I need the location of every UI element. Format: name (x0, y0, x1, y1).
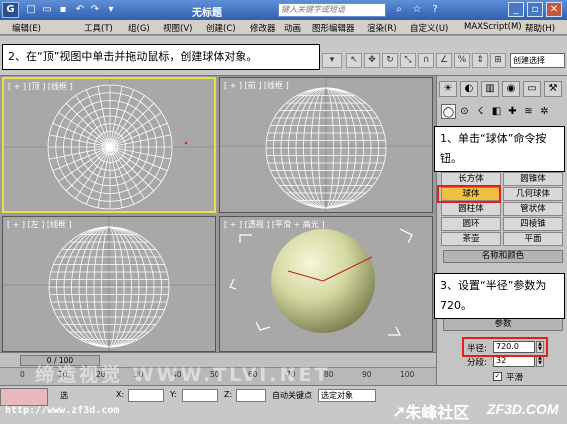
brand-logo: ↗朱峰社区 (392, 403, 470, 422)
menu-create[interactable]: 创建(C) (206, 22, 236, 34)
scale-icon[interactable]: ⤡ (400, 53, 416, 68)
viewport-perspective[interactable]: [ + ] [透视 ] [平滑 + 高光 ] (219, 216, 433, 352)
menu-bar: 编辑(E) 工具(T) 组(G) 视图(V) 创建(C) 修改器 动画 图形编辑… (0, 20, 567, 35)
tick-label: 0 (20, 370, 25, 379)
title-bar: G □ ▭ ▪ ↶ ↷ ▾ 无标题 键入关键字或短语 ⌕ ☆ ? _ ▫ ✕ (0, 0, 567, 20)
selection-label: 选 (60, 391, 68, 400)
sphere-button-highlight (437, 185, 501, 203)
menu-help[interactable]: 帮助(H) (525, 22, 555, 34)
segments-label: 分段: (467, 358, 487, 368)
y-coord-label: Y: (170, 390, 177, 399)
app-logo[interactable]: G (2, 2, 19, 18)
snap-icon[interactable]: ∩ (418, 53, 434, 68)
smooth-checkbox[interactable]: ✓ (493, 372, 502, 381)
window-title: 无标题 (192, 8, 222, 19)
viewport-top[interactable]: [ + ] [顶 ] [线框 ] (2, 77, 216, 213)
watermark-text: 缔造视觉 WWW.TLVI.NET (35, 364, 331, 386)
spinner-snap-icon[interactable]: ⇕ (472, 53, 488, 68)
close-button[interactable]: ✕ (546, 2, 562, 17)
dropdown-arrow-icon[interactable]: ▾ (322, 53, 342, 68)
search-icon[interactable]: ⌕ (392, 3, 406, 17)
cone-button[interactable]: 圆锥体 (503, 172, 563, 186)
box-button[interactable]: 长方体 (441, 172, 501, 186)
menu-views[interactable]: 视图(V) (163, 22, 192, 34)
named-selection-dropdown[interactable]: 创建选择 (510, 53, 565, 68)
menu-modifiers[interactable]: 修改器 (250, 22, 276, 34)
menu-graph-editors[interactable]: 图形编辑器 (312, 22, 355, 34)
x-coord-label: X: (116, 390, 125, 399)
x-coord-input[interactable] (128, 389, 164, 402)
callout-step1: 1、单击“球体”命令按钮。 (434, 126, 565, 172)
plane-button[interactable]: 平面 (503, 232, 563, 246)
z-coord-input[interactable] (236, 389, 266, 402)
cameras-icon[interactable]: ◧ (489, 104, 504, 119)
minimize-button[interactable]: _ (508, 2, 524, 17)
menu-edit[interactable]: 编辑(E) (12, 22, 41, 34)
open-icon[interactable]: ▭ (40, 3, 54, 16)
undo-icon[interactable]: ↶ (73, 3, 87, 16)
geosphere-button[interactable]: 几何球体 (503, 187, 563, 201)
front-wire-sphere (220, 78, 432, 212)
helpers-icon[interactable]: ✚ (505, 104, 520, 119)
callout-step3: 3、设置“半径”参数为 720。 (434, 273, 565, 319)
viewport-left[interactable]: [ + ] [左 ] [线框 ] (2, 216, 216, 352)
edit-named-sets-icon[interactable]: ⊞ (490, 53, 506, 68)
top-wire-sphere (4, 79, 214, 211)
menu-animation[interactable]: 动画 (284, 22, 301, 34)
cylinder-button[interactable]: 圆柱体 (441, 202, 501, 216)
help-icon[interactable]: ? (428, 3, 442, 17)
create-tab-icon[interactable]: ☀ (439, 81, 457, 97)
smooth-label: 平滑 (506, 373, 524, 383)
move-icon[interactable]: ✥ (364, 53, 380, 68)
redo-icon[interactable]: ↷ (88, 3, 102, 16)
motion-tab-icon[interactable]: ◉ (502, 81, 520, 97)
display-tab-icon[interactable]: ▭ (523, 81, 541, 97)
auto-key-button[interactable]: 自动关键点 (272, 390, 312, 401)
tick-label: 100 (400, 370, 415, 379)
menu-rendering[interactable]: 渲染(R) (367, 22, 397, 34)
angle-snap-icon[interactable]: ∠ (436, 53, 452, 68)
modify-tab-icon[interactable]: ◐ (460, 81, 478, 97)
parameters-rollout[interactable]: 参数 (443, 318, 563, 331)
quick-access-dropdown-icon[interactable]: ▾ (104, 3, 118, 16)
geometry-icon[interactable]: ◯ (441, 104, 456, 119)
lights-icon[interactable]: ☇ (473, 104, 488, 119)
utilities-tab-icon[interactable]: ⚒ (544, 81, 562, 97)
search-input[interactable]: 键入关键字或短语 (278, 3, 386, 17)
torus-button[interactable]: 圆环 (441, 217, 501, 231)
rotate-icon[interactable]: ↻ (382, 53, 398, 68)
save-icon[interactable]: ▪ (56, 3, 70, 16)
perspective-shaded-sphere (229, 228, 413, 336)
menu-customize[interactable]: 自定义(U) (410, 22, 448, 34)
viewport-front[interactable]: [ + ] [前 ] [线框 ] (219, 77, 433, 213)
restore-button[interactable]: ▫ (527, 2, 543, 17)
percent-snap-icon[interactable]: % (454, 53, 470, 68)
tick-label: 90 (362, 370, 372, 379)
callout-step2: 2、在“顶”视图中单击并拖动鼠标，创建球体对象。 (2, 44, 320, 70)
tube-button[interactable]: 管状体 (503, 202, 563, 216)
shapes-icon[interactable]: ⊙ (457, 104, 472, 119)
select-icon[interactable]: ↖ (346, 53, 362, 68)
menu-group[interactable]: 组(G) (128, 22, 150, 34)
subscription-icon[interactable]: ☆ (410, 3, 424, 17)
teapot-button[interactable]: 茶壶 (441, 232, 501, 246)
maxscript-listener[interactable] (0, 388, 48, 406)
selected-object-dropdown[interactable]: 选定对象 (318, 389, 376, 402)
z-coord-label: Z: (224, 390, 233, 399)
y-coord-input[interactable] (182, 389, 218, 402)
menu-maxscript[interactable]: MAXScript(M) (464, 22, 522, 32)
new-icon[interactable]: □ (24, 3, 38, 16)
left-wire-sphere (3, 217, 215, 351)
spacewarps-icon[interactable]: ≋ (521, 104, 536, 119)
radius-highlight (462, 337, 548, 357)
name-color-rollout[interactable]: 名称和颜色 (443, 250, 563, 263)
hierarchy-tab-icon[interactable]: ▥ (481, 81, 499, 97)
brand-name: 朱峰社区 (405, 403, 470, 422)
brand-url: ZF3D.COM (487, 401, 559, 417)
menu-tools[interactable]: 工具(T) (84, 22, 113, 34)
watermark-url: http://www.zf3d.com (5, 405, 120, 416)
pyramid-button[interactable]: 四棱锥 (503, 217, 563, 231)
systems-icon[interactable]: ✲ (537, 104, 552, 119)
